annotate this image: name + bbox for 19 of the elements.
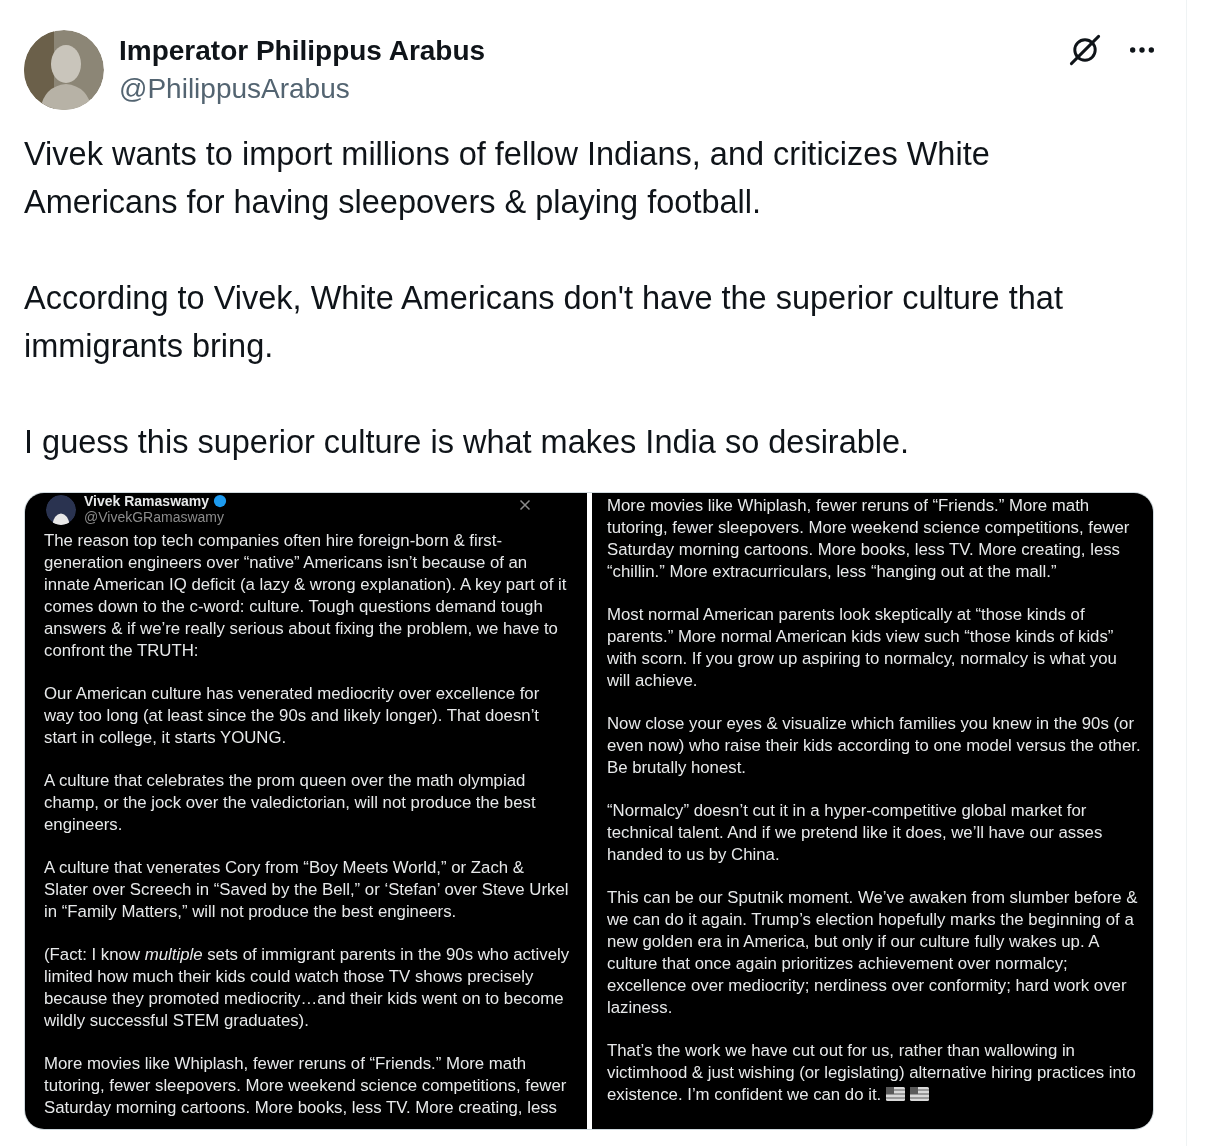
author-name[interactable]: Imperator Philippus Arabus bbox=[119, 32, 486, 70]
post-text: Our American culture has venerated mediocrity over excellence for way too long (at least since the 90s and likely longer). That doesn’t start in college, it starts YOUNG. bbox=[44, 683, 541, 749]
post-text: Most normal American parents look skeptically at “those kinds of parents.” More normal American kids view such “those kinds of kids” with scorn. If you grow up aspiring to normalcy, normalcy is what you will achieve. bbox=[607, 604, 1118, 692]
post-text: Now close your eyes & visualize which families you knew in the 90s (or even now) who raise their kids according to one model versus the other. Be brutally honest. bbox=[607, 713, 1141, 779]
post-text: The reason top tech companies often hire foreign-born & first-generation engineers over “native” Americans isn’t because of an innate American IQ deficit (a lazy & wrong explanation). A key part of it comes down to the c-word: culture. Tough questions demand tough answers & if we’re really serious about fixing the problem, we have to confront the TRUTH: bbox=[44, 530, 568, 662]
author-name: Vivek Ramaswamy bbox=[84, 493, 210, 509]
post-text: A culture that celebrates the prom queen over the math olympiad champ, or the jock over the valedictorian, will not produce the best engineers. bbox=[44, 770, 537, 836]
tweet-text: According to Vivek, White Americans don't have the superior culture that immigrants bring. bbox=[24, 279, 1064, 366]
post-text: More movies like Whiplash, fewer reruns of “Friends.” More math tutoring, fewer sleepovers. More weekend science competitions, fewer Saturday morning cartoons. More books, less TV. More creating, less “chillin.” More extracurriculars, less “hanging out at the mall.” bbox=[607, 495, 1131, 583]
author-handle: @VivekGRamaswamy bbox=[84, 509, 225, 526]
post-text: A culture that venerates Cory from “Boy Meets World,” or Zach & Slater over Screech in “Saved by the Bell,” or ‘Stefan’ over Steve Urkel in “Family Matters,” will not produce the best engineers. bbox=[44, 857, 570, 923]
author-handle[interactable]: @PhilippusArabus bbox=[119, 70, 486, 108]
post-text: More movies like Whiplash, fewer reruns of “Friends.” More math tutoring, fewer sleepovers. More weekend science competitions, fewer Saturday morning cartoons. More books, less TV. More creating, less bbox=[44, 1053, 568, 1119]
post-text: This can be our Sputnik moment. We’ve awaken from slumber before & we can do it again. Trump’s election hopefully marks the beginning of a new golden era in America, but only if our culture fully wakes up. A culture that once again prioritizes achievement over normalcy; excellence over mediocrity; nerdiness over conformity; hard work over laziness. bbox=[607, 887, 1139, 1019]
tweet-text: I guess this superior culture is what makes India so desirable. bbox=[24, 423, 911, 462]
post-text: That’s the work we have cut out for us, rather than wallowing in victimhood & just wishing (or legislating) alternative hiring practices into existence. I’m confident we can do it. bbox=[607, 1040, 1137, 1106]
tweet-text: Vivek wants to import millions of fellow Indians, and criticizes White Americans for having sleepovers & playing football. bbox=[24, 135, 991, 222]
post-text: “Normalcy” doesn’t cut it in a hyper-competitive global market for technical talent. And if we pretend like it does, we’ll have our asses handed to us by China. bbox=[607, 800, 1104, 866]
post-text: (Fact: I know multiple sets of immigrant parents in the 90s who actively limited how much their kids could watch those TV shows precisely because they promoted mediocrity…and their kids went on to become wildly successful STEM graduates). bbox=[44, 944, 571, 1032]
